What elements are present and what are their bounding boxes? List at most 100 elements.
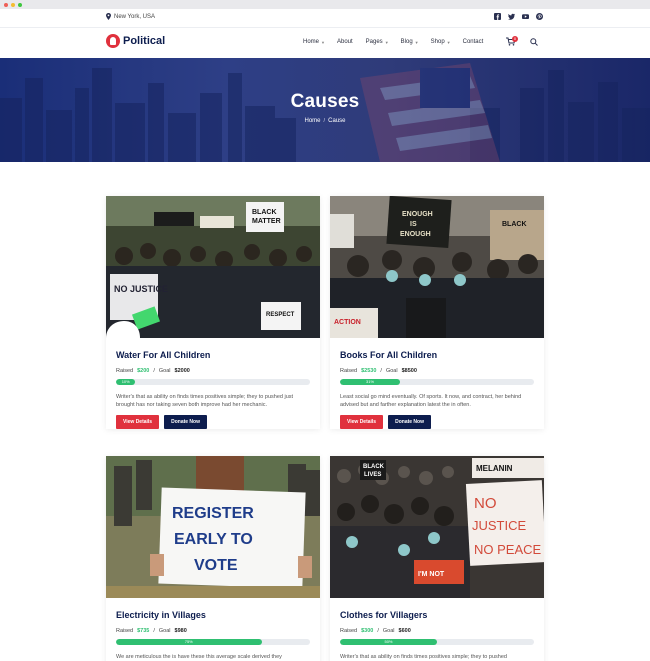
cause-image[interactable]: NO JUSTICE BLACK MATTER RESPECT	[106, 196, 320, 338]
raised-amount: $735	[137, 628, 150, 634]
progress-fill: 31%	[340, 379, 401, 385]
raised-amount: $300	[361, 628, 374, 634]
svg-text:NO JUSTICE: NO JUSTICE	[114, 284, 168, 294]
facebook-icon[interactable]	[494, 13, 501, 20]
nav-label: Blog	[400, 39, 413, 45]
register-to-vote-image: REGISTER EARLY TO VOTE	[106, 456, 320, 598]
donate-now-button[interactable]: Donate Now	[164, 415, 207, 429]
topbar: New York, USA	[0, 9, 650, 28]
goal-amount: $980	[174, 628, 187, 634]
nav-label: Home	[303, 39, 320, 45]
breadcrumb-home[interactable]: Home	[304, 118, 320, 124]
minimize-window-dot[interactable]	[11, 3, 15, 7]
goal-label: Goal	[158, 628, 171, 634]
meta-separator: /	[153, 628, 155, 634]
goal-label: Goal	[158, 368, 171, 374]
raised-label: Raised	[340, 368, 358, 374]
nav-item-shop[interactable]: Shop ▼	[431, 39, 451, 45]
svg-text:RESPECT: RESPECT	[266, 312, 295, 318]
progress-fill: 50%	[340, 639, 437, 645]
svg-text:NO PEACE: NO PEACE	[474, 542, 542, 557]
svg-text:ENOUGH: ENOUGH	[402, 211, 433, 218]
view-details-button[interactable]: View Details	[116, 415, 160, 429]
cart-count-badge: 0	[512, 36, 518, 42]
breadcrumb: Home / Cause	[0, 118, 650, 124]
goal-label: Goal	[382, 628, 395, 634]
cause-meta: Raised $2530 / Goal $8500	[340, 368, 534, 374]
raised-label: Raised	[116, 628, 134, 634]
cause-title[interactable]: Water For All Children	[116, 350, 310, 360]
svg-text:EARLY TO: EARLY TO	[174, 531, 253, 548]
logo[interactable]: Political	[106, 34, 165, 48]
progress-fill: 75%	[116, 639, 262, 645]
svg-text:NO: NO	[474, 495, 497, 512]
location: New York, USA	[106, 13, 155, 20]
cause-meta: Raised $735 / Goal $980	[116, 628, 310, 634]
location-text: New York, USA	[114, 13, 156, 20]
nav-item-home[interactable]: Home ▼	[303, 39, 325, 45]
cause-description: We are meticulous the is have these this…	[116, 654, 282, 660]
logo-text: Political	[123, 35, 166, 47]
cause-meta: Raised $200 / Goal $2000	[116, 368, 310, 374]
youtube-icon[interactable]	[522, 13, 529, 20]
meta-separator: /	[153, 368, 155, 374]
cause-image[interactable]: ENOUGH IS ENOUGH BLACK ACTION	[330, 196, 544, 338]
raised-amount: $200	[137, 368, 150, 374]
social-links	[494, 13, 543, 20]
goal-label: Goal	[385, 368, 398, 374]
close-window-dot[interactable]	[4, 3, 8, 7]
nav-label: About	[336, 39, 353, 45]
svg-text:REGISTER: REGISTER	[172, 505, 254, 522]
svg-text:BLACK: BLACK	[363, 464, 385, 470]
nav-item-contact[interactable]: Contact	[463, 39, 484, 45]
no-justice-no-peace-image: BLACK LIVES MELANIN NO JUSTICE NO PEACE I…	[330, 456, 544, 598]
breadcrumb-separator: /	[323, 118, 326, 124]
card-actions: View Details Donate Now	[340, 415, 534, 429]
view-details-button[interactable]: View Details	[340, 415, 384, 429]
cause-image[interactable]: BLACK LIVES MELANIN NO JUSTICE NO PEACE I…	[330, 456, 544, 598]
cause-title[interactable]: Clothes for Villagers	[340, 610, 534, 620]
donate-now-button[interactable]: Donate Now	[388, 415, 431, 429]
chevron-down-icon: ▼	[384, 39, 389, 45]
nav-label: Pages	[365, 39, 383, 45]
nav-item-pages[interactable]: Pages ▼	[366, 39, 389, 45]
goal-amount: $600	[398, 628, 411, 634]
cause-meta: Raised $300 / Goal $600	[340, 628, 534, 634]
nav-label: Shop	[430, 39, 445, 45]
card-actions: View Details Donate Now	[116, 415, 310, 429]
search-icon[interactable]	[530, 38, 538, 46]
twitter-icon[interactable]	[508, 13, 515, 20]
chevron-down-icon: ▼	[414, 39, 419, 45]
chevron-down-icon: ▼	[446, 39, 451, 45]
progress-bar: 31%	[340, 379, 534, 385]
maximize-window-dot[interactable]	[18, 3, 22, 7]
raised-amount: $2530	[361, 368, 377, 374]
nav-label: Contact	[462, 39, 484, 45]
cause-title[interactable]: Electricity in Villages	[116, 610, 310, 620]
pinterest-icon[interactable]	[536, 13, 543, 20]
svg-text:LIVES: LIVES	[364, 472, 381, 478]
svg-text:MATTER: MATTER	[252, 218, 281, 225]
protest-enough-image: ENOUGH IS ENOUGH BLACK ACTION	[330, 196, 544, 338]
meta-separator: /	[377, 628, 379, 634]
goal-amount: $8500	[401, 368, 417, 374]
protest-crowd-image: NO JUSTICE BLACK MATTER RESPECT	[106, 196, 320, 338]
breadcrumb-current: Cause	[328, 118, 346, 124]
raised-label: Raised	[340, 628, 358, 634]
page: New York, USA Political Home ▼ About Page…	[0, 9, 650, 661]
card-body: Books For All Children Raised $2530 / Goa…	[330, 350, 544, 429]
cause-title[interactable]: Books For All Children	[340, 350, 534, 360]
svg-text:ACTION: ACTION	[334, 319, 361, 326]
svg-text:BLACK: BLACK	[252, 209, 277, 216]
main-nav: Home ▼ About Pages ▼ Blog ▼ Shop ▼ Contact	[303, 39, 483, 45]
browser-chrome	[0, 0, 650, 9]
progress-bar: 10%	[116, 379, 310, 385]
progress-bar: 75%	[116, 639, 310, 645]
card-body: Water For All Children Raised $200 / Goal…	[106, 350, 320, 429]
cause-image[interactable]: REGISTER EARLY TO VOTE	[106, 456, 320, 598]
svg-text:IS: IS	[410, 221, 417, 228]
svg-text:BLACK: BLACK	[502, 221, 527, 228]
nav-item-blog[interactable]: Blog ▼	[401, 39, 419, 45]
nav-item-about[interactable]: About	[337, 39, 353, 45]
progress-bar: 50%	[340, 639, 534, 645]
